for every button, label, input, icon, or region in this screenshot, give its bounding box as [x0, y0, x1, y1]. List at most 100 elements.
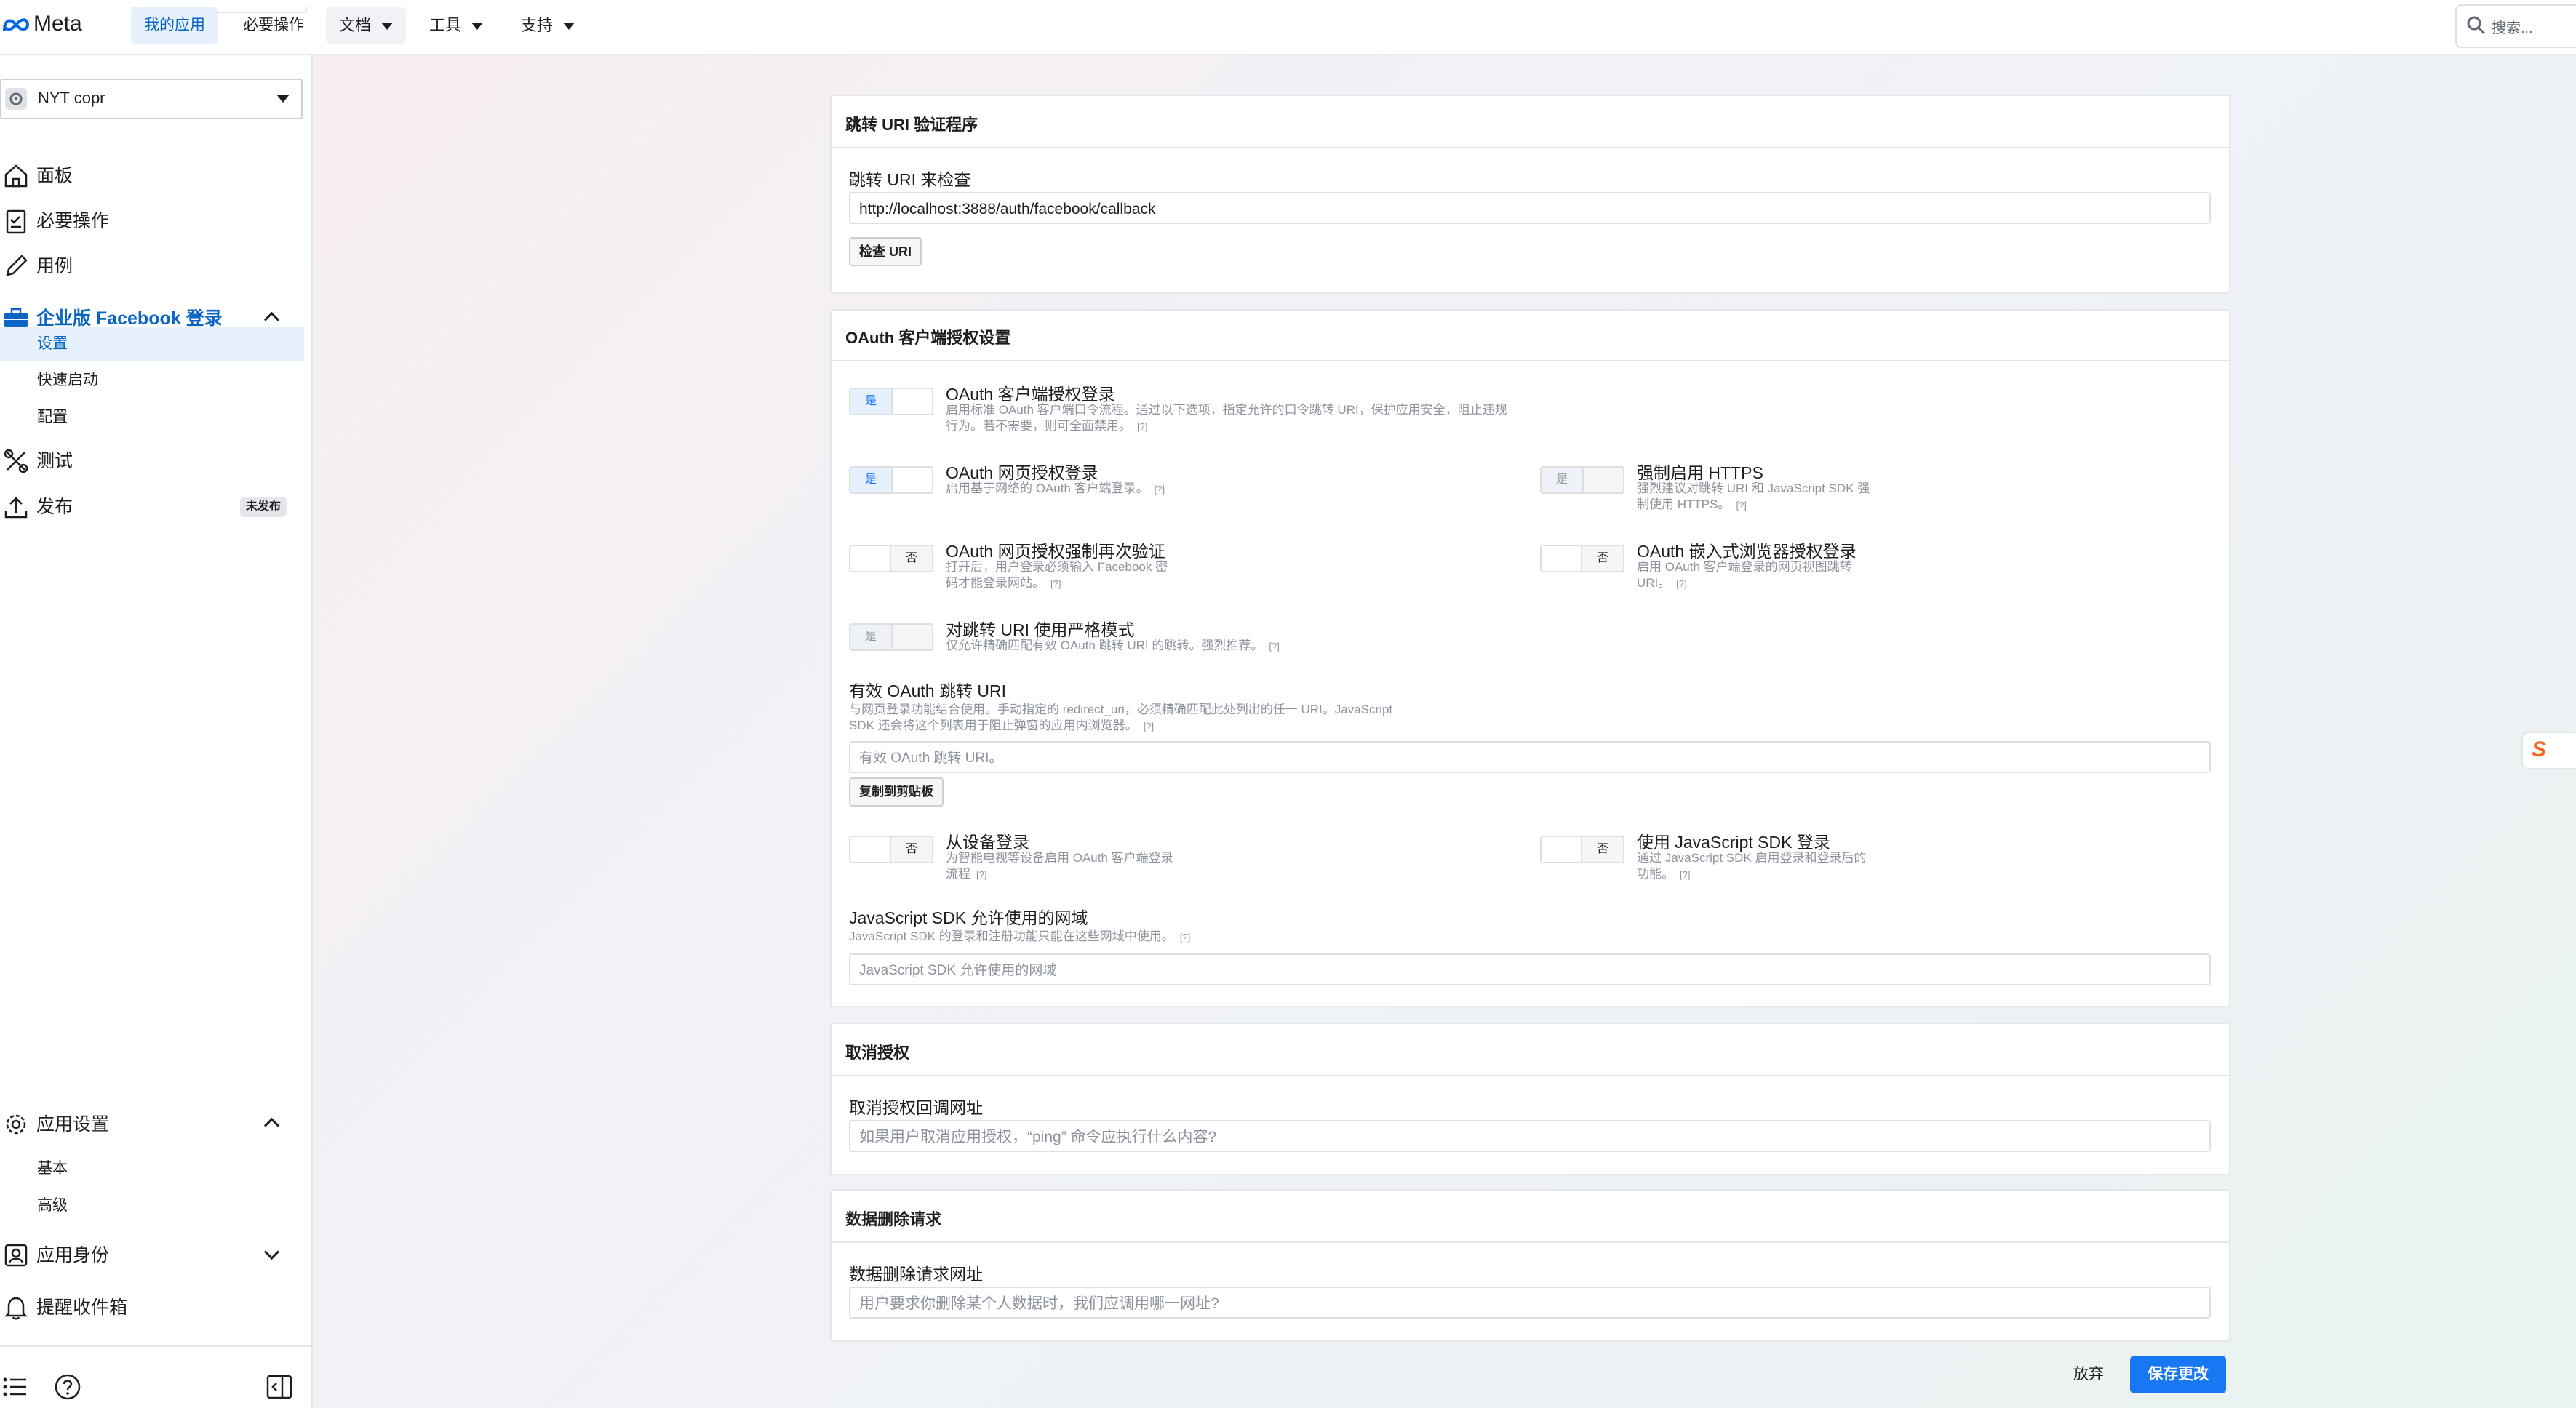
help-link[interactable]: [?] — [1144, 721, 1154, 732]
floating-ime-widget[interactable]: S — [2521, 732, 2576, 769]
sidebar-subitem-basic[interactable]: 基本 — [0, 1152, 304, 1185]
description-text: 行为。若不需要，则可全面禁用。 — [946, 419, 1131, 433]
field-description: 启用基于网络的 OAuth 客户端登录。 [?] — [946, 481, 1165, 497]
description-text: URI。 — [1637, 576, 1671, 590]
jssdk-login-toggle[interactable]: 否 — [1540, 836, 1624, 863]
sidebar-subitem-label: 快速启动 — [37, 372, 98, 388]
description-text: 仅允许精确匹配有效 OAuth 跳转 URI 的跳转。强烈推荐。 — [946, 639, 1264, 652]
toggle-yes: 是 — [850, 389, 893, 414]
nav-support-menu[interactable]: 支持 — [508, 7, 588, 44]
valid-oauth-redirect-uris-input[interactable]: 有效 OAuth 跳转 URI。 — [849, 741, 2211, 773]
app-name: NYT copr — [38, 89, 105, 107]
chevron-up-icon[interactable] — [263, 311, 280, 328]
help-icon[interactable] — [54, 1373, 81, 1401]
field-label: 有效 OAuth 跳转 URI — [849, 681, 1006, 700]
field-label: 对跳转 URI 使用严格模式 — [946, 620, 1135, 639]
nav-required-actions[interactable]: 必要操作 — [230, 7, 317, 44]
tools-icon — [4, 449, 28, 473]
card-title: 取消授权 — [845, 1044, 910, 1062]
sidebar-subitem-quickstart[interactable]: 快速启动 — [0, 364, 304, 397]
save-changes-button[interactable]: 保存更改 — [2130, 1356, 2226, 1393]
chevron-down-icon — [471, 23, 484, 31]
help-link[interactable]: [?] — [1050, 578, 1061, 589]
sidebar-item-publish[interactable]: 发布 未发布 — [0, 487, 306, 527]
sidebar-item-app-settings[interactable]: 应用设置 — [0, 1104, 306, 1145]
client-oauth-login-toggle[interactable]: 是 — [849, 388, 933, 415]
check-uri-button[interactable]: 检查 URI — [849, 237, 922, 266]
field-description: 启用 OAuth 客户端登录的网页视图跳转 — [1637, 560, 1852, 574]
sidebar-item-alerts[interactable]: 提醒收件箱 — [0, 1287, 306, 1328]
chevron-down-icon — [381, 23, 394, 31]
sidebar-subitem-label: 配置 — [37, 409, 68, 425]
sidebar-subitem-settings[interactable]: 设置 — [0, 327, 304, 361]
toggle-yes: 是 — [850, 468, 893, 492]
upload-icon — [4, 497, 28, 519]
gear-icon — [5, 88, 27, 110]
help-link[interactable]: [?] — [1676, 578, 1686, 589]
meta-logo[interactable]: Meta — [1, 10, 118, 39]
search-box[interactable]: 搜索... — [2455, 4, 2576, 48]
sidebar-item-dashboard[interactable]: 面板 — [0, 156, 306, 196]
status-badge: 未发布 — [240, 497, 287, 517]
nav-my-apps[interactable]: 我的应用 — [131, 7, 218, 44]
redirect-uri-validator-card: 跳转 URI 验证程序 跳转 URI 来检查 http://localhost:… — [830, 95, 2230, 294]
oauth-settings-card: OAuth 客户端授权设置 是 OAuth 客户端授权登录 启用标准 OAuth… — [830, 309, 2230, 1007]
help-link[interactable]: [?] — [1680, 869, 1690, 880]
card-divider — [832, 360, 2229, 361]
sidebar-item-label: 发布 — [36, 497, 73, 517]
list-icon[interactable] — [3, 1376, 28, 1398]
field-description: 制使用 HTTPS。 [?] — [1637, 497, 1747, 513]
sidebar-item-use-cases[interactable]: 用例 — [0, 246, 306, 287]
redirect-uri-input[interactable]: http://localhost:3888/auth/facebook/call… — [849, 192, 2211, 224]
app-selector[interactable]: NYT copr — [0, 79, 303, 119]
data-deletion-url-input[interactable]: 用户要求你删除某个人数据时，我们应调用哪一网址? — [849, 1287, 2211, 1319]
chevron-down-icon[interactable] — [263, 1244, 280, 1260]
field-label: 强制启用 HTTPS — [1637, 463, 1763, 482]
embedded-browser-login-toggle[interactable]: 否 — [1540, 545, 1624, 572]
nav-docs-menu[interactable]: 文档 — [326, 7, 407, 44]
field-label: 从设备登录 — [946, 833, 1029, 852]
field-label: OAuth 嵌入式浏览器授权登录 — [1637, 542, 1857, 561]
card-title: 跳转 URI 验证程序 — [845, 116, 978, 134]
chevron-up-icon[interactable] — [263, 1117, 280, 1134]
force-reauth-toggle[interactable]: 否 — [849, 545, 933, 572]
field-label: JavaScript SDK 允许使用的网域 — [849, 908, 1088, 927]
help-link[interactable]: [?] — [1155, 484, 1165, 495]
jssdk-allowed-domains-input[interactable]: JavaScript SDK 允许使用的网域 — [849, 953, 2211, 985]
copy-to-clipboard-button[interactable]: 复制到剪贴板 — [849, 777, 944, 807]
field-description: JavaScript SDK 的登录和注册功能只能在这些网域中使用。 [?] — [849, 929, 1190, 945]
sidebar-item-app-roles[interactable]: 应用身份 — [0, 1235, 306, 1276]
help-link[interactable]: [?] — [1269, 641, 1279, 652]
discard-button[interactable]: 放弃 — [2073, 1356, 2104, 1393]
sidebar-item-label: 用例 — [36, 256, 73, 276]
field-label: 使用 JavaScript SDK 登录 — [1637, 833, 1830, 852]
deauthorize-card: 取消授权 取消授权回调网址 如果用户取消应用授权，“ping” 命令应执行什么内… — [830, 1023, 2230, 1175]
web-oauth-login-toggle[interactable]: 是 — [849, 466, 933, 494]
field-label: OAuth 客户端授权登录 — [946, 385, 1115, 404]
field-description: 为智能电视等设备启用 OAuth 客户端登录 — [946, 851, 1173, 865]
device-login-toggle[interactable]: 否 — [849, 836, 933, 863]
sidebar-footer-divider — [0, 1345, 311, 1347]
help-link[interactable]: [?] — [976, 869, 986, 880]
chevron-down-icon — [276, 95, 290, 103]
enforce-https-toggle: 是 — [1540, 466, 1624, 494]
help-link[interactable]: [?] — [1180, 932, 1190, 943]
nav-tools-menu[interactable]: 工具 — [416, 7, 496, 44]
home-icon — [4, 164, 28, 188]
help-link[interactable]: [?] — [1736, 500, 1746, 511]
sidebar-subitem-label: 基本 — [37, 1160, 68, 1177]
field-description: 启用标准 OAuth 客户端口令流程。通过以下选项，指定允许的口令跳转 URI，… — [946, 403, 1507, 417]
toggle-yes: 是 — [1542, 468, 1584, 492]
sidebar-item-testing[interactable]: 测试 — [0, 441, 306, 481]
sidebar-subitem-configuration[interactable]: 配置 — [0, 401, 304, 434]
field-label: 数据删除请求网址 — [849, 1265, 983, 1284]
gear-icon — [6, 1114, 26, 1135]
sidebar-item-label: 应用身份 — [36, 1245, 110, 1265]
search-placeholder: 搜索... — [2492, 20, 2533, 36]
collapse-sidebar-icon[interactable] — [266, 1375, 292, 1399]
sidebar-item-required-actions[interactable]: 必要操作 — [0, 201, 306, 241]
ime-logo-icon: S — [2532, 737, 2547, 761]
help-link[interactable]: [?] — [1137, 421, 1147, 432]
sidebar-subitem-advanced[interactable]: 高级 — [0, 1189, 304, 1223]
deauthorize-callback-url-input[interactable]: 如果用户取消应用授权，“ping” 命令应执行什么内容? — [849, 1120, 2211, 1152]
